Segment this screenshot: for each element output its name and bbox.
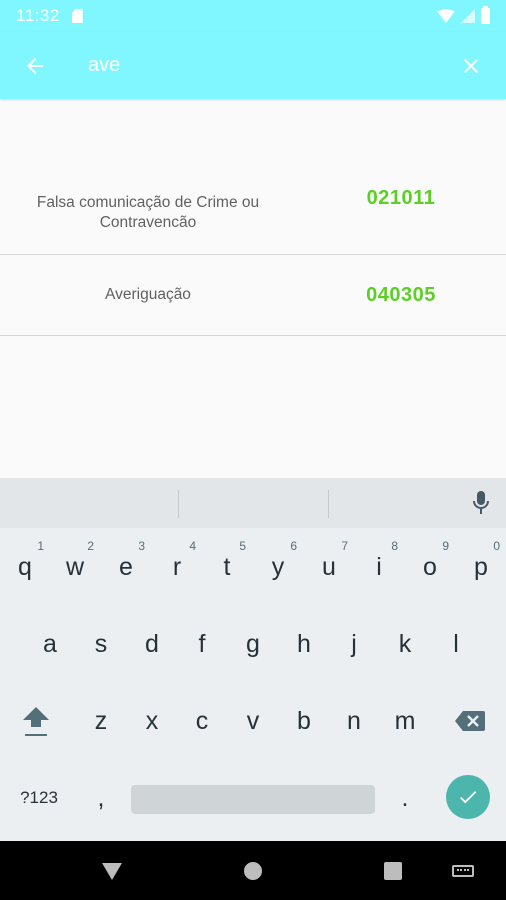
arrow-left-icon: [27, 57, 43, 74]
mic-button[interactable]: [464, 486, 498, 520]
key-hint: 3: [138, 539, 145, 553]
key-s[interactable]: s: [76, 607, 126, 681]
key-r[interactable]: r4: [152, 530, 202, 604]
suggestion-divider: [178, 490, 179, 518]
key-hint: 4: [189, 539, 196, 553]
close-icon: [464, 58, 478, 73]
check-icon: [460, 791, 477, 804]
key-hint: 0: [493, 539, 500, 553]
period-key[interactable]: .: [380, 761, 430, 835]
key-row-3: z x c v b n m: [0, 684, 506, 758]
key-hint: 8: [391, 539, 398, 553]
status-time: 11:32: [16, 6, 60, 25]
key-v[interactable]: v: [228, 684, 278, 758]
search-app-bar: [0, 32, 506, 99]
key-m[interactable]: m: [380, 684, 430, 758]
search-input[interactable]: [88, 45, 388, 86]
status-bar: 11:32: [0, 0, 506, 32]
key-hint: 1: [37, 539, 44, 553]
space-key[interactable]: [131, 785, 375, 814]
shift-arrow-icon: [23, 707, 49, 727]
list-item[interactable]: Falsa comunicação de Crime ou Contravenc…: [0, 99, 506, 255]
soft-keyboard: q1 w2 e3 r4 t5 y6 u7 i8 o9 p0 a s d f g …: [0, 478, 506, 841]
key-l[interactable]: l: [431, 607, 481, 681]
comma-key[interactable]: ,: [76, 761, 126, 835]
key-h[interactable]: h: [279, 607, 329, 681]
key-n[interactable]: n: [329, 684, 379, 758]
suggestion-strip: [0, 478, 506, 528]
key-f[interactable]: f: [177, 607, 227, 681]
clear-search-button[interactable]: [436, 32, 506, 99]
key-q[interactable]: q1: [0, 530, 50, 604]
battery-icon: [481, 6, 490, 24]
key-u[interactable]: u7: [304, 530, 354, 604]
key-i[interactable]: i8: [354, 530, 404, 604]
key-hint: 6: [290, 539, 297, 553]
key-c[interactable]: c: [177, 684, 227, 758]
wifi-icon: [437, 9, 455, 23]
backspace-key[interactable]: [446, 684, 494, 758]
key-e[interactable]: e3: [101, 530, 151, 604]
nav-home-icon[interactable]: [244, 862, 262, 880]
key-hint: 9: [442, 539, 449, 553]
key-a[interactable]: a: [25, 607, 75, 681]
result-description: Averiguação: [105, 286, 191, 303]
key-row-2: a s d f g h j k l: [0, 607, 506, 681]
key-j[interactable]: j: [329, 607, 379, 681]
key-t[interactable]: t5: [202, 530, 252, 604]
key-w[interactable]: w2: [50, 530, 100, 604]
suggestion-divider: [328, 490, 329, 518]
status-icons: [437, 6, 490, 24]
microphone-icon: [473, 491, 489, 514]
symbols-key[interactable]: ?123: [8, 761, 70, 835]
nav-back-icon[interactable]: [102, 863, 122, 880]
results-list: Falsa comunicação de Crime ou Contravenc…: [0, 99, 506, 336]
key-k[interactable]: k: [380, 607, 430, 681]
key-o[interactable]: o9: [405, 530, 455, 604]
key-p[interactable]: p0: [456, 530, 506, 604]
shift-underline: [25, 734, 47, 736]
key-row-4: ?123 , .: [0, 761, 506, 835]
key-d[interactable]: d: [127, 607, 177, 681]
enter-key[interactable]: [446, 775, 490, 819]
key-z[interactable]: z: [76, 684, 126, 758]
result-code: 040305: [366, 283, 436, 306]
backspace-icon: [455, 711, 485, 731]
keyboard-switch-icon[interactable]: [452, 865, 474, 877]
key-hint: 7: [341, 539, 348, 553]
result-description: Falsa comunicação de Crime ou Contravenc…: [36, 193, 260, 231]
key-hint: 2: [87, 539, 94, 553]
result-code: 021011: [366, 187, 436, 209]
key-x[interactable]: x: [127, 684, 177, 758]
key-b[interactable]: b: [279, 684, 329, 758]
key-row-1: q1 w2 e3 r4 t5 y6 u7 i8 o9 p0: [0, 530, 506, 604]
nav-recents-icon[interactable]: [384, 862, 402, 880]
key-hint: 5: [239, 539, 246, 553]
list-item[interactable]: Averiguação 040305: [0, 255, 506, 336]
key-g[interactable]: g: [228, 607, 278, 681]
sd-card-icon: [71, 9, 83, 23]
shift-key[interactable]: [12, 684, 60, 758]
signal-icon: [461, 9, 475, 23]
system-nav-bar: [0, 841, 506, 900]
back-button[interactable]: [0, 32, 70, 99]
key-y[interactable]: y6: [253, 530, 303, 604]
